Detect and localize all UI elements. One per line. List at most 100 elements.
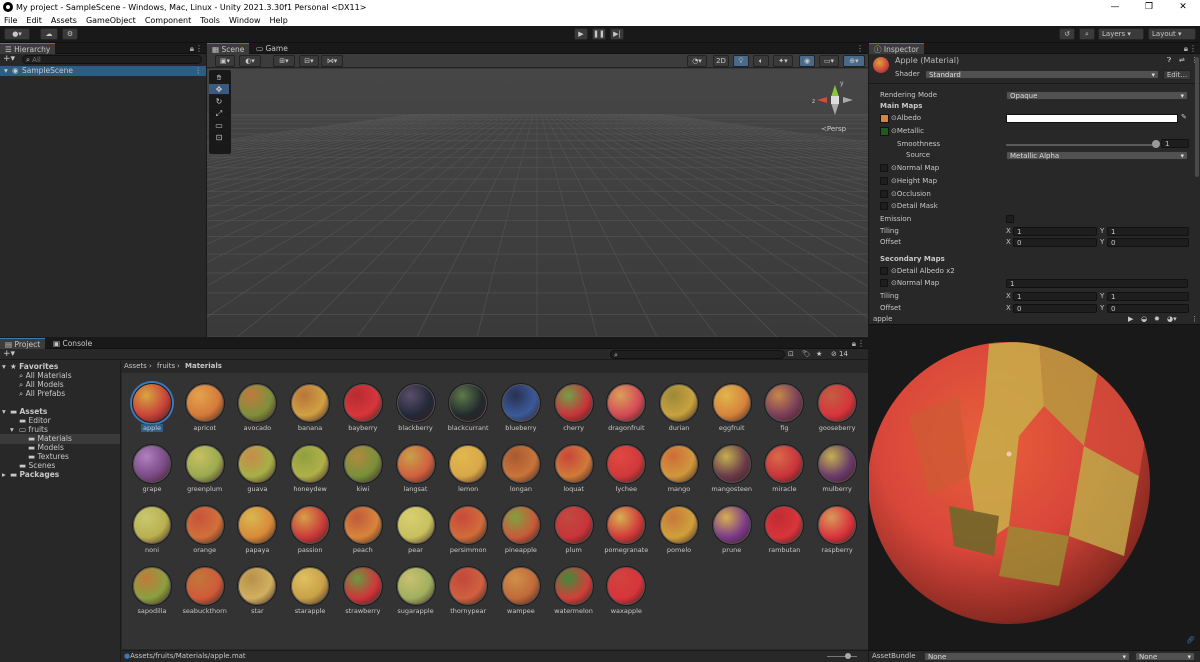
material-asset[interactable]: guava	[226, 442, 278, 500]
menu-window[interactable]: Window	[229, 16, 261, 25]
menu-help[interactable]: Help	[270, 16, 288, 25]
maximize-icon[interactable]: ❐	[1132, 0, 1166, 14]
material-asset[interactable]: fig	[753, 381, 805, 439]
material-asset[interactable]: apricot	[174, 381, 226, 439]
preview-kebab-icon[interactable]: ⋮	[1191, 315, 1198, 324]
project-add-icon[interactable]: +▾	[3, 350, 15, 359]
albedo-color-field[interactable]	[1006, 114, 1178, 123]
material-asset[interactable]: noni	[121, 503, 173, 561]
packages-arrow-icon[interactable]: ▸	[2, 470, 6, 480]
material-asset[interactable]: starapple	[279, 564, 331, 622]
packages-folder[interactable]: ▸ ▬ Packages	[0, 470, 120, 480]
draw-mode-icon[interactable]: ▣▾	[215, 55, 235, 67]
tiling2-x-input[interactable]: 1	[1013, 292, 1097, 301]
edit-shader-button[interactable]: Edit...	[1163, 70, 1191, 80]
move-tool-icon[interactable]: ✥	[209, 84, 229, 95]
material-asset[interactable]: longan	[490, 442, 542, 500]
menu-edit[interactable]: Edit	[26, 16, 42, 25]
material-asset[interactable]: lemon	[437, 442, 489, 500]
material-asset[interactable]: eggfruit	[701, 381, 753, 439]
menu-file[interactable]: File	[4, 16, 17, 25]
tiling2-y-input[interactable]: 1	[1107, 292, 1189, 301]
preset-icon[interactable]: ⇌	[1179, 56, 1185, 65]
tab-scene[interactable]: ▦ Scene	[207, 43, 250, 54]
layout-dropdown[interactable]: Layout ▾	[1148, 28, 1196, 40]
shader-dropdown[interactable]: Standard	[925, 70, 1159, 79]
shading-icon[interactable]: ◐▾	[239, 55, 261, 67]
hand-tool-icon[interactable]: ✋︎	[209, 72, 229, 83]
material-asset[interactable]: durian	[648, 381, 700, 439]
rendering-mode-dropdown[interactable]: Opaque	[1006, 91, 1188, 100]
toggle-2d-button[interactable]: 2D	[713, 55, 729, 67]
metallic-texture-slot[interactable]	[880, 127, 889, 136]
expand-arrow-icon[interactable]: ▾	[4, 66, 8, 76]
smoothness-input[interactable]: 1	[1161, 139, 1189, 148]
transform-tool-icon[interactable]: ⊡	[209, 132, 229, 143]
account-button[interactable]: ●▾	[4, 28, 30, 40]
menu-component[interactable]: Component	[145, 16, 191, 25]
material-asset[interactable]: miracle	[753, 442, 805, 500]
breadcrumb-materials[interactable]: Materials	[185, 362, 222, 371]
search-by-type-icon[interactable]: ⊡	[788, 350, 794, 359]
preview-shape-icon[interactable]: ◕▾	[1167, 315, 1177, 324]
search-icon[interactable]: ⌕	[1079, 28, 1095, 40]
source-dropdown[interactable]: Metallic Alpha	[1006, 151, 1188, 160]
add-icon[interactable]: +▾	[3, 54, 15, 65]
project-kebab-icon[interactable]: ⋮	[857, 338, 865, 349]
scene-menu-icon[interactable]: ⋮	[195, 66, 203, 76]
material-asset[interactable]: sugarapple	[385, 564, 437, 622]
tab-hierarchy[interactable]: ☰ Hierarchy	[0, 43, 56, 54]
grid-snap-icon[interactable]: ⊞▾	[273, 55, 295, 67]
rotate-tool-icon[interactable]: ↻	[209, 96, 229, 107]
camera-icon[interactable]: ◔▾	[687, 55, 707, 67]
increment-snap-icon[interactable]: ⋈▾	[321, 55, 343, 67]
breadcrumb-assets[interactable]: Assets	[124, 362, 147, 371]
preview-light-icon[interactable]: ✹	[1154, 315, 1160, 324]
favorite-star-icon[interactable]: ★	[816, 350, 822, 359]
emission-checkbox[interactable]	[1006, 215, 1014, 223]
camera-settings-icon[interactable]: ▭▾	[819, 55, 839, 67]
tab-game[interactable]: ▭ Game	[251, 43, 293, 54]
assetbundle-variant-dropdown[interactable]: None	[1135, 652, 1195, 661]
material-asset[interactable]: plum	[543, 503, 595, 561]
material-asset[interactable]: pomelo	[648, 503, 700, 561]
scene-kebab-icon[interactable]: ⋮	[856, 43, 864, 54]
material-asset[interactable]: apple	[121, 381, 173, 439]
preview-sphere-icon[interactable]: ◒	[1141, 315, 1147, 324]
albedo-texture-slot[interactable]	[880, 114, 889, 123]
material-asset[interactable]: orange	[174, 503, 226, 561]
offset-y-input[interactable]: 0	[1107, 238, 1189, 247]
rect-tool-icon[interactable]: ▭	[209, 120, 229, 131]
material-asset[interactable]: star	[226, 564, 278, 622]
material-asset[interactable]: blackberry	[385, 381, 437, 439]
visibility-icon[interactable]: ◉	[799, 55, 815, 67]
material-asset[interactable]: langsat	[385, 442, 437, 500]
detail-albedo-slot[interactable]	[880, 267, 888, 275]
material-asset[interactable]: bayberry	[332, 381, 384, 439]
material-asset[interactable]: sapodilla	[121, 564, 173, 622]
inspector-scrollbar[interactable]	[1195, 57, 1199, 177]
material-asset[interactable]: mango	[648, 442, 700, 500]
material-asset[interactable]: persimmon	[437, 503, 489, 561]
offset2-y-input[interactable]: 0	[1107, 304, 1189, 313]
search-by-label-icon[interactable]: 🏷︎	[802, 350, 811, 359]
material-asset[interactable]: dragonfruit	[595, 381, 647, 439]
offset2-x-input[interactable]: 0	[1013, 304, 1097, 313]
material-asset[interactable]: lychee	[595, 442, 647, 500]
material-asset[interactable]: wampee	[490, 564, 542, 622]
audio-icon[interactable]: 🔈︎	[753, 55, 769, 67]
material-asset[interactable]: thornypear	[437, 564, 489, 622]
menu-gameobject[interactable]: GameObject	[86, 16, 136, 25]
material-asset[interactable]: pomegranate	[595, 503, 648, 561]
normal-map2-scale-input[interactable]: 1	[1006, 279, 1188, 288]
minimize-icon[interactable]: —	[1098, 0, 1132, 14]
pause-button[interactable]: ❚❚	[592, 28, 606, 40]
material-asset[interactable]: watermelon	[543, 564, 595, 622]
effects-icon[interactable]: ✦▾	[773, 55, 793, 67]
tab-inspector[interactable]: ⓘ Inspector	[869, 43, 924, 54]
material-asset[interactable]: pineapple	[490, 503, 542, 561]
height-map-slot[interactable]	[880, 177, 888, 185]
persp-label[interactable]: ≺Persp	[821, 125, 846, 133]
material-asset[interactable]: passion	[279, 503, 331, 561]
material-asset[interactable]: blueberry	[490, 381, 542, 439]
